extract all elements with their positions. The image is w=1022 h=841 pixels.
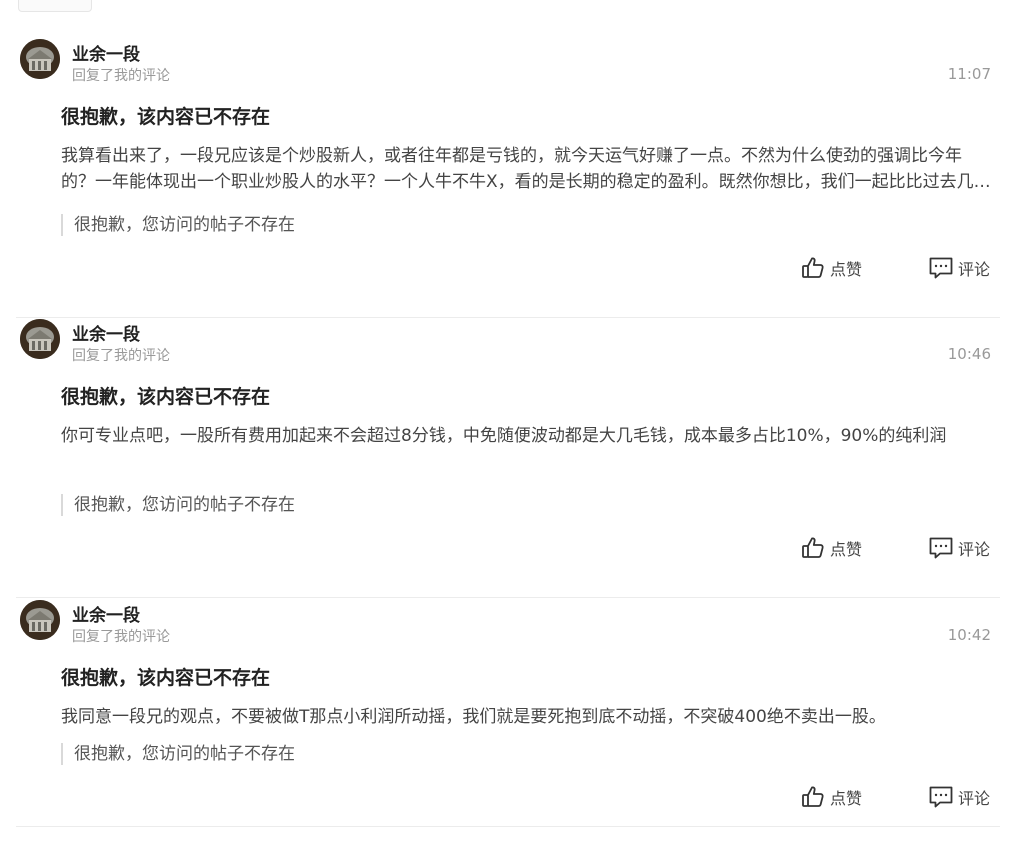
username[interactable]: 业余一段 [72,320,140,345]
avatar[interactable] [20,39,60,79]
reply-subtext: 回复了我的评论 [72,68,170,84]
post-title[interactable]: 很抱歉，该内容已不存在 [61,382,270,409]
reply-body[interactable]: 我算看出来了，一段兄应该是个炒股新人，或者往年都是亏钱的，就今天运气好赚了一点。… [61,143,991,195]
comment-icon [928,784,954,810]
post-title[interactable]: 很抱歉，该内容已不存在 [61,102,270,129]
reply-card: 业余一段 回复了我的评论 11:07 很抱歉，该内容已不存在 我算看出来了，一段… [16,36,1000,318]
username[interactable]: 业余一段 [72,40,140,65]
comment-button[interactable]: 评论 [928,255,990,281]
reply-subtext: 回复了我的评论 [72,629,170,645]
like-button[interactable]: 点赞 [800,784,862,810]
avatar[interactable] [20,600,60,640]
reply-body[interactable]: 你可专业点吧，一股所有费用加起来不会超过8分钱，中免随便波动都是大几毛钱，成本最… [61,423,991,449]
thumbs-up-icon [800,535,826,561]
avatar[interactable] [20,319,60,359]
comment-icon [928,535,954,561]
comment-label: 评论 [958,260,991,279]
comment-icon [928,255,954,281]
reply-card: 业余一段 回复了我的评论 10:46 很抱歉，该内容已不存在 你可专业点吧，一股… [16,316,1000,598]
reply-card: 业余一段 回复了我的评论 10:42 很抱歉，该内容已不存在 我同意一段兄的观点… [16,597,1000,827]
thumbs-up-icon [800,784,826,810]
like-button[interactable]: 点赞 [800,255,862,281]
like-label: 点赞 [830,789,863,808]
username[interactable]: 业余一段 [72,601,140,626]
reply-body[interactable]: 我同意一段兄的观点，不要被做T那点小利润所动摇，我们就是要死抱到底不动摇，不突破… [61,704,991,730]
like-label: 点赞 [830,260,863,279]
reply-subtext: 回复了我的评论 [72,348,170,364]
quoted-post[interactable]: 很抱歉，您访问的帖子不存在 [61,214,295,236]
thumbs-up-icon [800,255,826,281]
quoted-post[interactable]: 很抱歉，您访问的帖子不存在 [61,743,295,765]
comment-label: 评论 [958,789,991,808]
comment-button[interactable]: 评论 [928,535,990,561]
comment-button[interactable]: 评论 [928,784,990,810]
timestamp: 10:46 [947,345,991,363]
like-label: 点赞 [830,540,863,559]
comment-label: 评论 [958,540,991,559]
like-button[interactable]: 点赞 [800,535,862,561]
top-tab-chip[interactable] [18,0,92,12]
quoted-post[interactable]: 很抱歉，您访问的帖子不存在 [61,494,295,516]
timestamp: 11:07 [947,65,991,83]
timestamp: 10:42 [947,626,991,644]
post-title[interactable]: 很抱歉，该内容已不存在 [61,663,270,690]
